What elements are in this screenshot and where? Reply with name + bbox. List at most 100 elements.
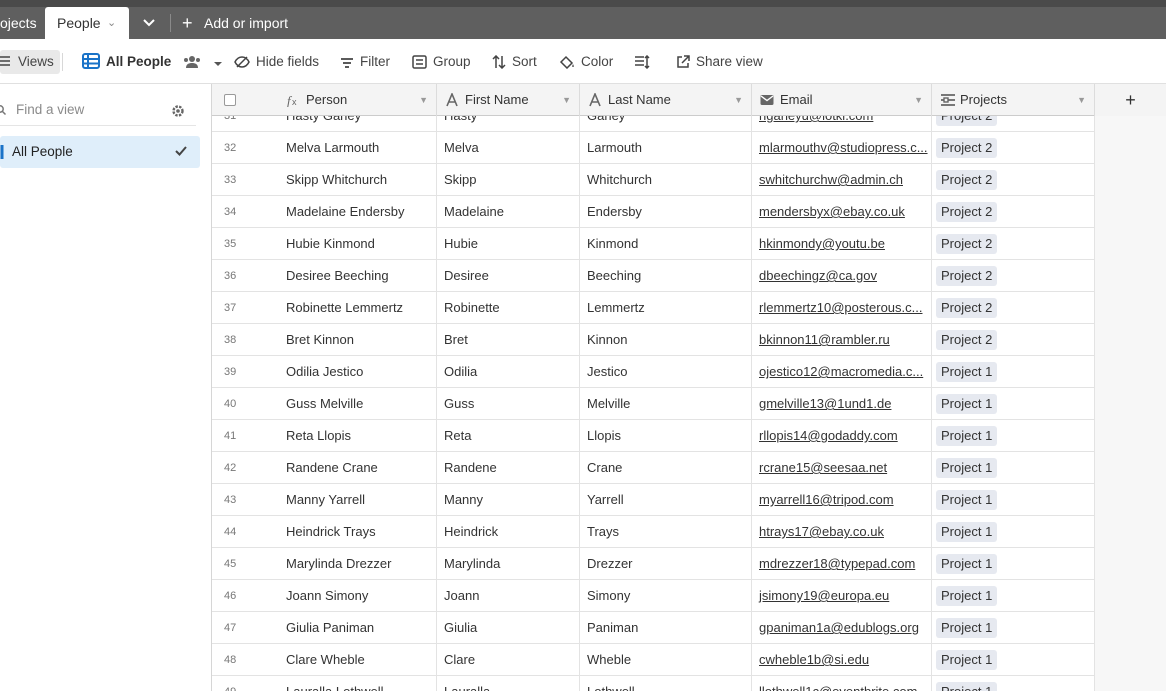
cell-email[interactable]: swhitchurchw@admin.ch	[752, 164, 932, 196]
cell-email[interactable]: rcrane15@seesaa.net	[752, 452, 932, 484]
cell-first-name[interactable]: Odilia	[437, 356, 580, 388]
cell-person[interactable]: Hubie Kinmond	[278, 228, 437, 260]
email-link[interactable]: gpaniman1a@edublogs.org	[759, 620, 919, 635]
chevron-down-icon[interactable]: ⌄	[107, 7, 116, 39]
cell-projects[interactable]: Project 1	[932, 644, 1095, 676]
email-link[interactable]: rlemmertz10@posterous.c...	[759, 300, 922, 315]
cell-first-name[interactable]: Robinette	[437, 292, 580, 324]
cell-first-name[interactable]: Joann	[437, 580, 580, 612]
cell-projects[interactable]: Project 2	[932, 228, 1095, 260]
table-row[interactable]: 40 Guss Melville Guss Melville gmelville13@1…	[212, 388, 1095, 420]
cell-email[interactable]: cwheble1b@si.edu	[752, 644, 932, 676]
share-view-button[interactable]: Share view	[676, 39, 763, 84]
cell-person[interactable]: Manny Yarrell	[278, 484, 437, 516]
cell-person[interactable]: Marylinda Drezzer	[278, 548, 437, 580]
cell-first-name[interactable]: Bret	[437, 324, 580, 356]
cell-projects[interactable]: Project 1	[932, 676, 1095, 691]
cell-person[interactable]: Randene Crane	[278, 452, 437, 484]
cell-first-name[interactable]: Lauralla	[437, 676, 580, 691]
column-menu-caret-icon[interactable]: ▼	[914, 84, 923, 116]
column-header-person[interactable]: fx Person ▼	[278, 84, 437, 116]
cell-first-name[interactable]: Guss	[437, 388, 580, 420]
cell-last-name[interactable]: Yarrell	[580, 484, 752, 516]
cell-email[interactable]: mdrezzer18@typepad.com	[752, 548, 932, 580]
email-link[interactable]: mdrezzer18@typepad.com	[759, 556, 915, 571]
table-row[interactable]: 36 Desiree Beeching Desiree Beeching dbeechi…	[212, 260, 1095, 292]
table-row[interactable]: 32 Melva Larmouth Melva Larmouth mlarmouthv@…	[212, 132, 1095, 164]
column-menu-caret-icon[interactable]: ▼	[1077, 84, 1086, 116]
email-link[interactable]: mendersbyx@ebay.co.uk	[759, 204, 905, 219]
cell-projects[interactable]: Project 2	[932, 324, 1095, 356]
cell-last-name[interactable]: Larmouth	[580, 132, 752, 164]
column-header-first-name[interactable]: First Name ▼	[437, 84, 580, 116]
email-link[interactable]: swhitchurchw@admin.ch	[759, 172, 903, 187]
hide-fields-button[interactable]: Hide fields	[234, 39, 319, 84]
select-all-checkbox[interactable]	[224, 94, 236, 106]
add-or-import-button[interactable]: + Add or import	[182, 7, 288, 39]
cell-projects[interactable]: Project 1	[932, 452, 1095, 484]
cell-email[interactable]: htrays17@ebay.co.uk	[752, 516, 932, 548]
email-link[interactable]: hkinmondy@youtu.be	[759, 236, 885, 251]
table-row[interactable]: 33 Skipp Whitchurch Skipp Whitchurch swhitch…	[212, 164, 1095, 196]
cell-person[interactable]: Guss Melville	[278, 388, 437, 420]
find-view-input[interactable]	[16, 102, 156, 117]
table-row[interactable]: 46 Joann Simony Joann Simony jsimony19@europ…	[212, 580, 1095, 612]
email-link[interactable]: rcrane15@seesaa.net	[759, 460, 887, 475]
cell-person[interactable]: Bret Kinnon	[278, 324, 437, 356]
cell-last-name[interactable]: Trays	[580, 516, 752, 548]
cell-email[interactable]: gpaniman1a@edublogs.org	[752, 612, 932, 644]
column-menu-caret-icon[interactable]: ▼	[419, 84, 428, 116]
cell-last-name[interactable]: Endersby	[580, 196, 752, 228]
cell-email[interactable]: rlemmertz10@posterous.c...	[752, 292, 932, 324]
cell-email[interactable]: jsimony19@europa.eu	[752, 580, 932, 612]
cell-email[interactable]: mendersbyx@ebay.co.uk	[752, 196, 932, 228]
email-link[interactable]: llothwell1c@eventbrite.com	[759, 684, 917, 691]
column-header-last-name[interactable]: Last Name ▼	[580, 84, 752, 116]
cell-first-name[interactable]: Madelaine	[437, 196, 580, 228]
cell-last-name[interactable]: Paniman	[580, 612, 752, 644]
cell-projects[interactable]: Project 2	[932, 260, 1095, 292]
cell-email[interactable]: myarrell16@tripod.com	[752, 484, 932, 516]
table-row[interactable]: 38 Bret Kinnon Bret Kinnon bkinnon11@rambler…	[212, 324, 1095, 356]
column-menu-caret-icon[interactable]: ▼	[734, 84, 743, 116]
email-link[interactable]: bkinnon11@rambler.ru	[759, 332, 890, 347]
table-row[interactable]: 44 Heindrick Trays Heindrick Trays htrays17@…	[212, 516, 1095, 548]
cell-first-name[interactable]: Melva	[437, 132, 580, 164]
cell-person[interactable]: Melva Larmouth	[278, 132, 437, 164]
cell-projects[interactable]: Project 1	[932, 388, 1095, 420]
cell-last-name[interactable]: Beeching	[580, 260, 752, 292]
filter-button[interactable]: Filter	[340, 39, 390, 84]
view-switcher[interactable]: All People	[82, 39, 229, 84]
cell-last-name[interactable]: Simony	[580, 580, 752, 612]
column-menu-caret-icon[interactable]: ▼	[562, 84, 571, 116]
cell-last-name[interactable]: Wheble	[580, 644, 752, 676]
email-link[interactable]: mlarmouthv@studiopress.c...	[759, 140, 928, 155]
cell-email[interactable]: ojestico12@macromedia.c...	[752, 356, 932, 388]
email-link[interactable]: htrays17@ebay.co.uk	[759, 524, 884, 539]
cell-last-name[interactable]: Lemmertz	[580, 292, 752, 324]
table-row[interactable]: 47 Giulia Paniman Giulia Paniman gpaniman1a@…	[212, 612, 1095, 644]
cell-last-name[interactable]: Drezzer	[580, 548, 752, 580]
cell-projects[interactable]: Project 2	[932, 196, 1095, 228]
table-row[interactable]: 42 Randene Crane Randene Crane rcrane15@sees…	[212, 452, 1095, 484]
cell-projects[interactable]: Project 2	[932, 292, 1095, 324]
cell-email[interactable]: gmelville13@1und1.de	[752, 388, 932, 420]
cell-last-name[interactable]: Melville	[580, 388, 752, 420]
email-link[interactable]: cwheble1b@si.edu	[759, 652, 869, 667]
cell-person[interactable]: Giulia Paniman	[278, 612, 437, 644]
views-button[interactable]: Views	[0, 50, 60, 74]
cell-last-name[interactable]: Crane	[580, 452, 752, 484]
cell-first-name[interactable]: Randene	[437, 452, 580, 484]
cell-projects[interactable]: Project 1	[932, 356, 1095, 388]
cell-first-name[interactable]: Desiree	[437, 260, 580, 292]
cell-person[interactable]: Desiree Beeching	[278, 260, 437, 292]
gear-icon[interactable]	[171, 104, 185, 118]
tab-people[interactable]: People ⌄	[45, 7, 129, 39]
cell-projects[interactable]: Project 2	[932, 164, 1095, 196]
cell-email[interactable]: llothwell1c@eventbrite.com	[752, 676, 932, 691]
table-row[interactable]: 49 Lauralla Lothwell Lauralla Lothwell lloth…	[212, 676, 1095, 691]
cell-email[interactable]: dbeechingz@ca.gov	[752, 260, 932, 292]
cell-person[interactable]: Joann Simony	[278, 580, 437, 612]
cell-projects[interactable]: Project 1	[932, 484, 1095, 516]
table-row[interactable]: 43 Manny Yarrell Manny Yarrell myarrell16@tr…	[212, 484, 1095, 516]
